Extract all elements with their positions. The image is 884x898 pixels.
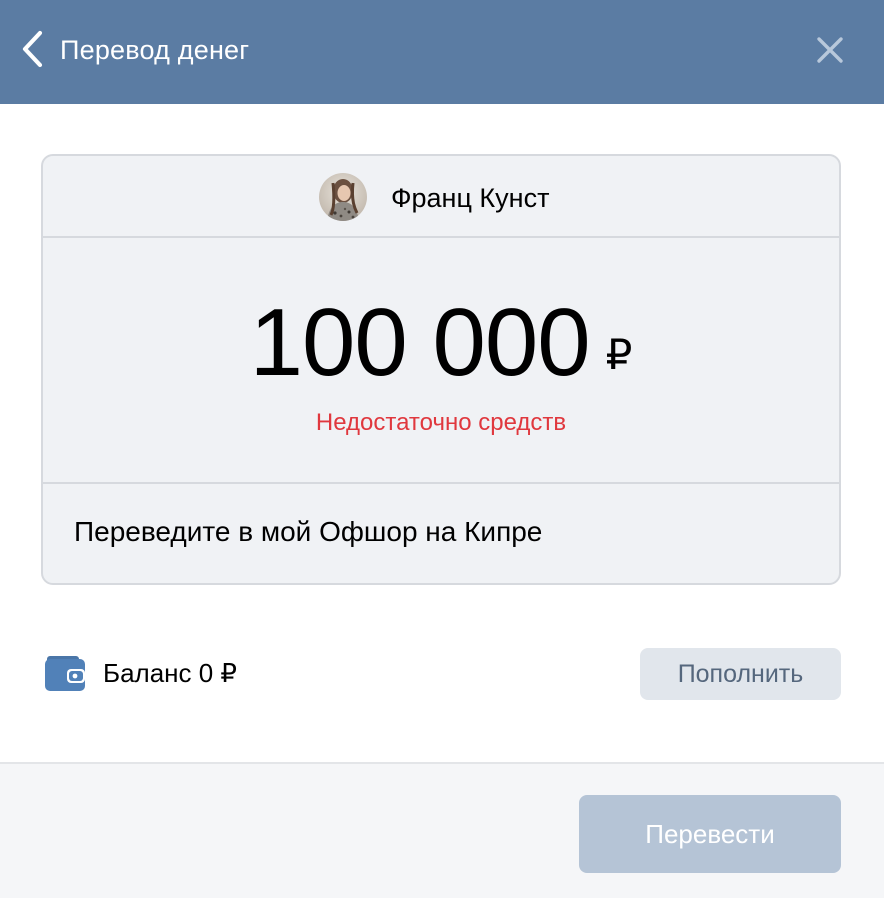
modal-title: Перевод денег <box>60 35 250 65</box>
transfer-card: Франц Кунст 100 000 ₽ Недостаточно средст… <box>41 154 841 585</box>
close-button[interactable] <box>808 28 852 72</box>
recipient-name: Франц Кунст <box>391 183 550 213</box>
top-up-button[interactable]: Пополнить <box>640 648 841 700</box>
modal-header: Перевод денег <box>0 0 884 104</box>
amount-field[interactable]: 100 000 ₽ <box>43 288 839 398</box>
money-transfer-modal: Перевод денег Франц Кунст 100 000 ₽ Недо… <box>0 0 884 898</box>
balance-label: Баланс 0 ₽ <box>103 658 237 688</box>
insufficient-funds-error: Недостаточно средств <box>315 409 567 436</box>
modal-footer: Перевести <box>0 762 884 898</box>
currency-symbol: ₽ <box>605 331 633 378</box>
amount-section[interactable]: 100 000 ₽ Недостаточно средств <box>43 238 839 484</box>
amount-value[interactable]: 100 000 <box>250 288 591 398</box>
wallet-icon <box>45 656 85 691</box>
close-icon <box>817 37 843 63</box>
chevron-left-icon <box>22 30 43 68</box>
transfer-button[interactable]: Перевести <box>579 795 841 873</box>
comment-text[interactable]: Переведите в мой Офшор на Кипре <box>74 512 542 552</box>
back-button[interactable] <box>14 28 50 70</box>
comment-field[interactable]: Переведите в мой Офшор на Кипре <box>43 484 839 583</box>
balance-row: Баланс 0 ₽ Пополнить <box>41 640 841 704</box>
recipient-row[interactable]: Франц Кунст <box>43 156 839 238</box>
avatar <box>319 173 367 221</box>
